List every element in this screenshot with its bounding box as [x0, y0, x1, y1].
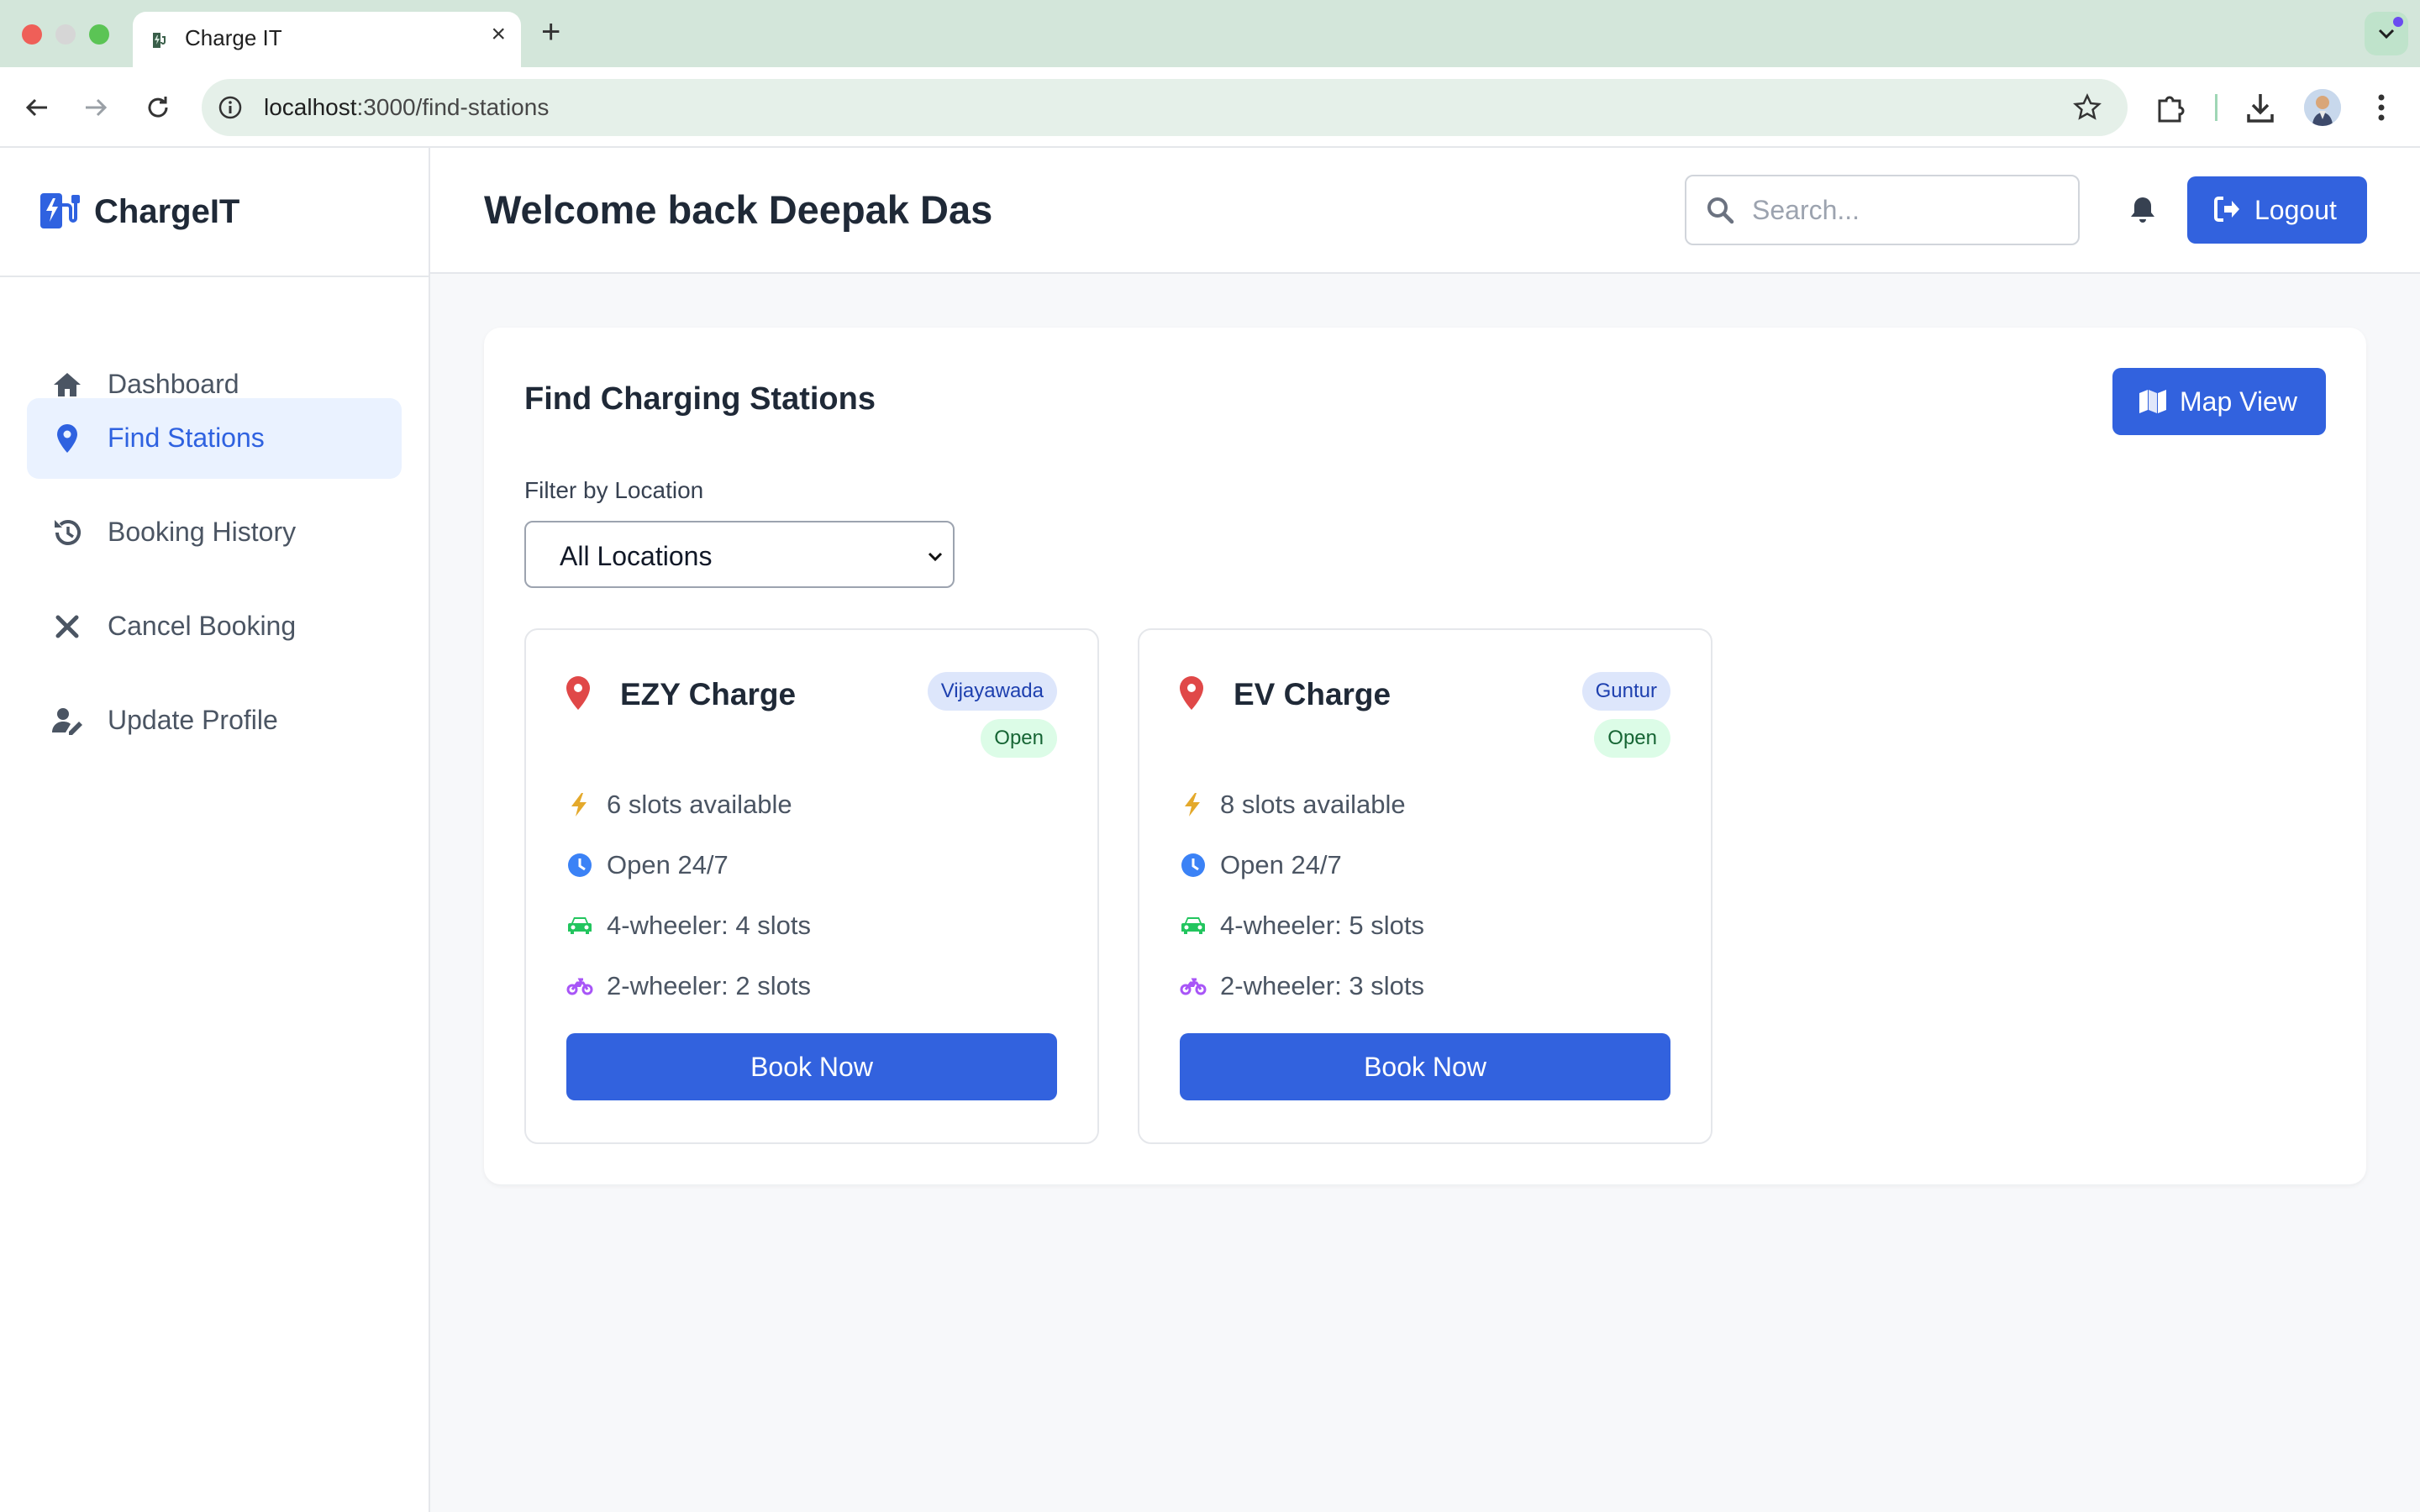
sidebar-item-label: Find Stations [108, 423, 265, 453]
tab-title: Charge IT [185, 25, 282, 50]
sidebar-item-booking-history[interactable]: Booking History [27, 492, 402, 573]
x-icon [55, 615, 79, 638]
bolt-icon [571, 793, 587, 816]
profile-picture-icon [2304, 89, 2341, 126]
toolbar-divider [2215, 94, 2217, 121]
sidebar-item-label: Booking History [108, 517, 297, 547]
two-wheeler-text: 2-wheeler: 3 slots [1220, 971, 1424, 1000]
map-pin-icon [57, 424, 77, 453]
app-header: Welcome back Deepak Das Logout [430, 148, 2420, 274]
selected-location: All Locations [560, 541, 713, 571]
car-icon [1181, 917, 1205, 934]
search-input[interactable] [1752, 193, 2063, 227]
slots-available-text: 6 slots available [607, 790, 792, 819]
notification-dot [2393, 17, 2403, 27]
book-now-button[interactable]: Book Now [566, 1033, 1057, 1100]
sign-out-icon [2214, 197, 2239, 222]
clock-icon [568, 853, 592, 877]
brand[interactable]: ChargeIT [0, 148, 429, 277]
back-arrow-icon[interactable] [20, 91, 54, 124]
hours-text: Open 24/7 [607, 850, 729, 879]
hours-text: Open 24/7 [1220, 850, 1342, 879]
more-menu-icon[interactable] [2371, 89, 2391, 126]
search-box[interactable] [1685, 175, 2080, 245]
car-icon [568, 917, 592, 934]
window-minimize-button[interactable] [55, 24, 76, 45]
status-badge: Open [981, 719, 1057, 758]
new-tab-icon[interactable]: + [541, 15, 560, 49]
browser-tab[interactable]: Charge IT × [133, 12, 521, 67]
url-path: :3000/find-stations [356, 94, 550, 120]
bookmark-star-icon[interactable] [2072, 92, 2102, 123]
sidebar-item-label: Update Profile [108, 705, 278, 735]
map-pin-icon [1180, 676, 1203, 710]
book-now-label: Book Now [750, 1052, 873, 1082]
find-stations-panel: Find Charging Stations Map View Filter b… [484, 328, 2366, 1184]
logout-button[interactable]: Logout [2187, 176, 2367, 244]
tab-close-icon[interactable]: × [491, 22, 506, 47]
sidebar: ChargeIT Dashboard Find Stations Booking… [0, 148, 430, 1512]
home-icon [54, 373, 81, 396]
location-badge: Guntur [1581, 672, 1670, 711]
motorcycle-icon [566, 978, 593, 995]
station-name: EZY Charge [620, 677, 797, 711]
download-icon[interactable] [2242, 89, 2279, 126]
browser-toolbar: localhost:3000/find-stations [0, 67, 2420, 148]
motorcycle-icon [1180, 978, 1207, 995]
status-badge: Open [1594, 719, 1670, 758]
brand-name: ChargeIT [94, 193, 240, 230]
forward-arrow-icon[interactable] [79, 91, 113, 124]
two-wheeler-text: 2-wheeler: 2 slots [607, 971, 811, 1000]
station-name: EV Charge [1234, 677, 1392, 711]
sidebar-item-cancel-booking[interactable]: Cancel Booking [27, 586, 402, 667]
bolt-icon [1185, 793, 1200, 816]
sidebar-item-label: Cancel Booking [108, 611, 297, 641]
sidebar-item-label: Dashboard [108, 369, 239, 399]
profile-avatar[interactable] [2304, 89, 2341, 126]
section-title: Find Charging Stations [524, 381, 876, 417]
book-now-button[interactable]: Book Now [1180, 1033, 1670, 1100]
reload-icon[interactable] [141, 91, 175, 124]
charger-icon [153, 33, 166, 48]
site-info-icon[interactable] [217, 94, 244, 121]
history-icon [55, 520, 81, 545]
browser-tab-bar: Charge IT × + [0, 0, 2420, 67]
chevron-down-icon [2378, 29, 2395, 39]
location-filter-select[interactable]: All Locations [524, 521, 955, 588]
tab-search-button[interactable] [2365, 12, 2408, 55]
station-card: EZY Charge Vijayawada Open 6 slots avail… [524, 628, 1099, 1144]
map-icon [2139, 390, 2166, 413]
sidebar-item-update-profile[interactable]: Update Profile [27, 680, 402, 761]
filter-label: Filter by Location [524, 477, 704, 503]
url-text: localhost:3000/find-stations [264, 94, 549, 121]
url-host: localhost [264, 94, 357, 120]
page-title: Welcome back Deepak Das [484, 187, 993, 232]
window-zoom-button[interactable] [89, 24, 109, 45]
address-bar[interactable]: localhost:3000/find-stations [202, 79, 2128, 136]
window-close-button[interactable] [22, 24, 42, 45]
clock-icon [1181, 853, 1205, 877]
search-icon [1707, 197, 1734, 224]
logout-label: Logout [2254, 195, 2337, 225]
location-badge: Vijayawada [927, 672, 1057, 711]
slots-available-text: 8 slots available [1220, 790, 1406, 819]
map-view-button[interactable]: Map View [2112, 368, 2326, 435]
chevron-down-icon [928, 552, 943, 562]
station-card: EV Charge Guntur Open 8 slots available … [1138, 628, 1712, 1144]
extensions-icon[interactable] [2153, 89, 2190, 126]
charger-logo-icon [40, 193, 80, 228]
user-edit-icon [52, 708, 82, 735]
map-view-label: Map View [2180, 386, 2297, 417]
sidebar-item-find-stations[interactable]: Find Stations [27, 398, 402, 479]
four-wheeler-text: 4-wheeler: 4 slots [607, 911, 811, 940]
bell-icon[interactable] [2126, 193, 2160, 227]
map-pin-icon [566, 676, 590, 710]
book-now-label: Book Now [1364, 1052, 1486, 1082]
four-wheeler-text: 4-wheeler: 5 slots [1220, 911, 1424, 940]
